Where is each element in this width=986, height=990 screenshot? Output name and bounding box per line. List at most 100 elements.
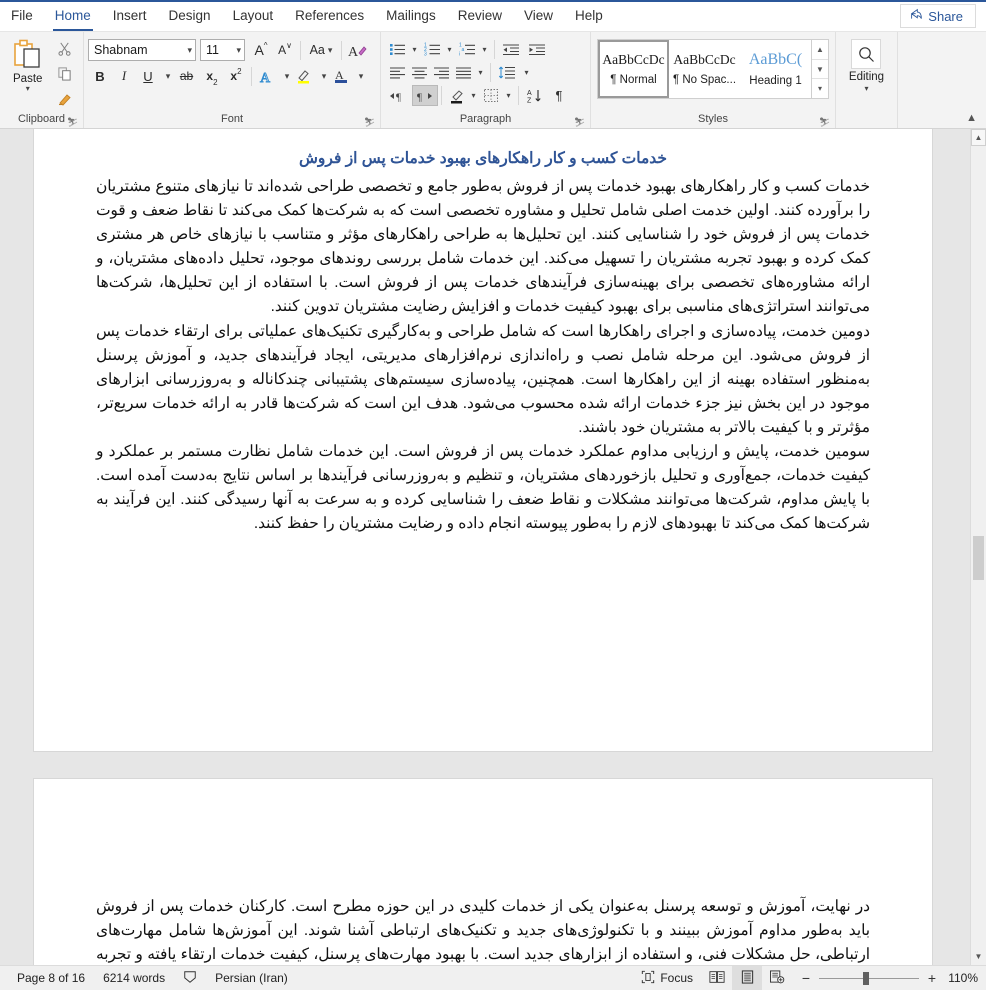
tab-references[interactable]: References [284, 1, 375, 31]
tab-file[interactable]: File [0, 1, 44, 31]
scrollbar-thumb[interactable] [973, 536, 984, 580]
borders-button[interactable] [480, 85, 502, 106]
ribbon-group-clipboard: Paste ▾ Clipboard ⛷ [0, 32, 84, 128]
tab-review[interactable]: Review [447, 1, 513, 31]
font-color-dropdown[interactable]: ▾ [353, 65, 366, 88]
clear-formatting-button[interactable]: A [345, 39, 369, 62]
font-dialog-launcher[interactable]: ⛷ [364, 117, 375, 127]
styles-scroll-up-icon[interactable]: ▲ [812, 40, 828, 60]
font-size-combobox[interactable]: 11 ▾ [200, 39, 245, 61]
increase-indent-button[interactable] [524, 39, 550, 60]
style-no-spacing[interactable]: AaBbCcDc ¶ No Spac... [669, 40, 740, 98]
justify-dropdown[interactable]: ▾ [474, 62, 487, 83]
svg-text:3: 3 [424, 52, 427, 58]
numbering-button[interactable]: 123 [421, 39, 443, 60]
zoom-slider-handle[interactable] [863, 971, 869, 985]
scrollbar-track[interactable] [971, 146, 986, 948]
underline-dropdown[interactable]: ▾ [160, 65, 173, 88]
shading-button[interactable] [445, 85, 467, 106]
scroll-up-arrow[interactable]: ▲ [971, 129, 986, 146]
styles-more-icon[interactable]: ▾ [812, 79, 828, 98]
font-color-button[interactable]: A [329, 65, 353, 88]
svg-text:i: i [459, 52, 460, 58]
document-page-8[interactable]: خدمات کسب و کار راهکارهای بهبود خدمات پس… [33, 129, 933, 752]
word-count-status[interactable]: 6214 words [94, 971, 174, 985]
tab-insert[interactable]: Insert [102, 1, 158, 31]
tab-home[interactable]: Home [44, 1, 102, 31]
multilevel-list-dropdown[interactable]: ▾ [478, 39, 491, 60]
scissors-icon [57, 41, 72, 61]
editing-chevron-down-icon[interactable]: ▾ [864, 84, 868, 93]
paste-chevron-down-icon[interactable]: ▾ [26, 85, 30, 93]
grow-font-button[interactable]: A ^ [249, 39, 273, 62]
copy-button[interactable] [53, 65, 77, 87]
zoom-in-button[interactable]: + [926, 970, 938, 986]
language-status[interactable]: Persian (Iran) [206, 971, 297, 985]
change-case-button[interactable]: Aa ▾ [304, 39, 338, 62]
align-center-button[interactable] [408, 62, 430, 83]
tab-layout[interactable]: Layout [222, 1, 285, 31]
shading-dropdown[interactable]: ▾ [467, 85, 480, 106]
focus-mode-button[interactable]: Focus [632, 970, 702, 987]
cut-button[interactable] [53, 40, 77, 62]
underline-button[interactable]: U [136, 65, 160, 88]
share-button[interactable]: Share [900, 4, 976, 28]
style-normal[interactable]: AaBbCcDc ¶ Normal [598, 40, 669, 98]
change-case-icon: Aa [309, 43, 325, 57]
paste-button[interactable]: Paste ▾ [4, 37, 51, 93]
tab-view[interactable]: View [513, 1, 564, 31]
align-right-button[interactable] [430, 62, 452, 83]
line-spacing-button[interactable] [494, 62, 520, 83]
zoom-slider-track[interactable] [819, 971, 919, 985]
zoom-level-label[interactable]: 110% [946, 971, 986, 985]
multilevel-list-button[interactable]: 1ai [456, 39, 478, 60]
proofing-status[interactable] [174, 970, 206, 987]
editing-button[interactable]: Editing ▾ [849, 39, 884, 93]
style-heading-1[interactable]: AaBbC( Heading 1 [740, 40, 811, 98]
rtl-text-direction-button[interactable]: ¶ [412, 85, 438, 106]
shrink-font-button[interactable]: A ∨ [273, 39, 297, 62]
tab-design[interactable]: Design [158, 1, 222, 31]
borders-dropdown[interactable]: ▾ [502, 85, 515, 106]
scroll-down-arrow[interactable]: ▼ [971, 948, 986, 965]
strikethrough-button[interactable]: ab [173, 65, 200, 88]
document-page-9[interactable]: در نهایت، آموزش و توسعه پرسنل به‌عنوان ی… [33, 778, 933, 965]
web-layout-button[interactable] [762, 966, 792, 990]
show-formatting-marks-button[interactable]: ¶ [548, 85, 570, 106]
underline-icon: U [143, 68, 153, 84]
decrease-indent-button[interactable] [498, 39, 524, 60]
superscript-button[interactable]: x2 [224, 65, 248, 88]
paragraph-dialog-launcher[interactable]: ⛷ [574, 117, 585, 127]
read-mode-button[interactable] [702, 966, 732, 990]
line-spacing-dropdown[interactable]: ▾ [520, 62, 533, 83]
zoom-out-button[interactable]: − [800, 970, 812, 986]
highlight-dropdown[interactable]: ▾ [316, 65, 329, 88]
bold-button[interactable]: B [88, 65, 112, 88]
print-layout-button[interactable] [732, 965, 762, 990]
italic-button[interactable]: I [112, 65, 136, 88]
text-highlight-button[interactable] [292, 65, 316, 88]
text-effects-button[interactable]: A [255, 65, 279, 88]
format-painter-button[interactable] [53, 90, 77, 112]
sort-button[interactable]: AZ [522, 85, 548, 106]
document-canvas[interactable]: خدمات کسب و کار راهکارهای بهبود خدمات پس… [0, 129, 970, 965]
vertical-scrollbar[interactable]: ▲ ▼ [970, 129, 986, 965]
zoom-control[interactable]: − + [792, 970, 946, 986]
collapse-ribbon-icon[interactable]: ▲ [966, 112, 977, 124]
text-effects-dropdown[interactable]: ▾ [279, 65, 292, 88]
styles-scroll-down-icon[interactable]: ▼ [812, 60, 828, 80]
justify-button[interactable] [452, 62, 474, 83]
ltr-text-direction-button[interactable]: ¶ [386, 85, 412, 106]
tab-help[interactable]: Help [564, 1, 614, 31]
page-number-status[interactable]: Page 8 of 16 [8, 971, 94, 985]
tab-mailings[interactable]: Mailings [375, 1, 447, 31]
bullets-button[interactable] [386, 39, 408, 60]
clipboard-dialog-launcher[interactable]: ⛷ [67, 117, 78, 127]
numbering-dropdown[interactable]: ▾ [443, 39, 456, 60]
font-group-label: Font [220, 113, 243, 125]
align-left-button[interactable] [386, 62, 408, 83]
styles-dialog-launcher[interactable]: ⛷ [819, 117, 830, 127]
subscript-button[interactable]: x2 [200, 65, 224, 88]
font-name-combobox[interactable]: Shabnam ▾ [88, 39, 196, 61]
bullets-dropdown[interactable]: ▾ [408, 39, 421, 60]
